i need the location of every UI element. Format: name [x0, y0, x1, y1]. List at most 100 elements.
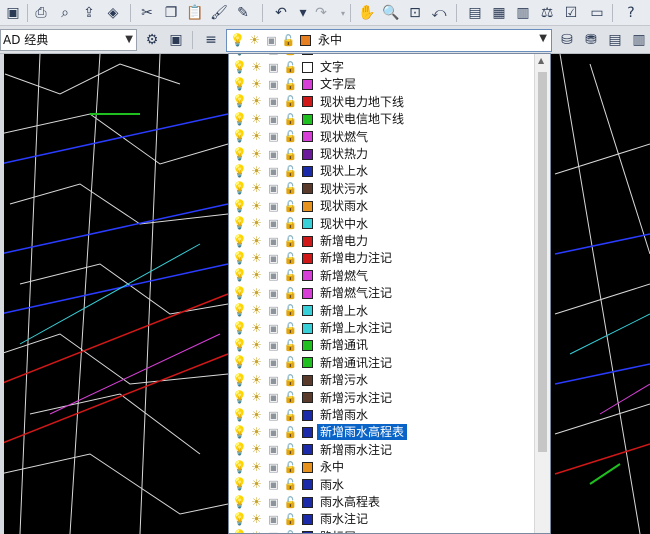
layer-color-swatch[interactable] — [302, 339, 313, 351]
plot-preview-icon[interactable]: ⌕ — [54, 2, 76, 24]
light-bulb-icon[interactable]: 💡 — [232, 54, 247, 57]
layer-row[interactable]: 💡 ☀ ▣ 🔓 新增上水注记 — [229, 319, 534, 336]
light-bulb-icon[interactable]: 💡 — [232, 181, 247, 196]
layer-row[interactable]: 💡 ☀ ▣ 🔓 永中 — [229, 459, 534, 476]
layer-row[interactable]: 💡 ☀ ▣ 🔓 雨水 — [229, 476, 534, 493]
layer-row[interactable]: 💡 ☀ ▣ 🔓 新增通讯注记 — [229, 354, 534, 371]
viewport-freeze-icon[interactable]: ▣ — [266, 303, 281, 318]
print-icon[interactable]: ⎙ — [30, 2, 52, 24]
lock-icon[interactable]: 🔓 — [283, 147, 298, 162]
layer-row[interactable]: 💡 ☀ ▣ 🔓 现状热力 — [229, 145, 534, 162]
light-bulb-icon[interactable]: 💡 — [232, 251, 247, 266]
layer-row[interactable]: 💡 ☀ ▣ 🔓 现状中水 — [229, 215, 534, 232]
viewport-freeze-icon[interactable]: ▣ — [266, 216, 281, 231]
layer-select[interactable]: 💡 ☀ ▣ 🔓 永中 ▼ — [226, 29, 552, 52]
calculator-icon[interactable]: ▭ — [586, 2, 608, 24]
lock-icon[interactable]: 🔓 — [283, 338, 298, 353]
light-bulb-icon[interactable]: 💡 — [232, 408, 247, 423]
layer-color-swatch[interactable] — [302, 165, 313, 177]
layer-previous-icon[interactable]: ⛃ — [580, 29, 602, 51]
layer-color-swatch[interactable] — [302, 479, 313, 491]
layer-row[interactable]: 💡 ☀ ▣ 🔓 文字层 — [229, 76, 534, 93]
3d-dwf-icon[interactable]: ◈ — [102, 2, 124, 24]
layer-row[interactable]: 💡 ☀ ▣ 🔓 新增通讯 — [229, 337, 534, 354]
light-bulb-icon[interactable]: 💡 — [232, 303, 247, 318]
lock-icon[interactable]: 🔓 — [283, 390, 298, 405]
sun-icon[interactable]: ☀ — [249, 77, 264, 92]
viewport-freeze-icon[interactable]: ▣ — [266, 460, 281, 475]
save-icon[interactable]: ▣ — [2, 2, 24, 24]
viewport-freeze-icon[interactable]: ▣ — [266, 251, 281, 266]
viewport-freeze-icon[interactable]: ▣ — [266, 442, 281, 457]
dropdown-scrollbar[interactable]: ▲ — [534, 54, 550, 533]
lock-icon[interactable]: 🔓 — [283, 286, 298, 301]
lock-icon[interactable]: 🔓 — [283, 216, 298, 231]
layer-color-swatch[interactable] — [302, 113, 313, 125]
sun-icon[interactable]: ☀ — [249, 94, 264, 109]
layer-row[interactable]: 💡 ☀ ▣ 🔓 现状燃气 — [229, 128, 534, 145]
layer-row[interactable]: 💡 ☀ ▣ 🔓 新增雨水高程表 — [229, 424, 534, 441]
sun-icon[interactable]: ☀ — [249, 251, 264, 266]
sun-icon[interactable]: ☀ — [249, 199, 264, 214]
viewport-freeze-icon[interactable]: ▣ — [266, 164, 281, 179]
lock-icon[interactable]: 🔓 — [283, 129, 298, 144]
layer-color-swatch[interactable] — [302, 61, 313, 73]
layer-row[interactable]: 💡 ☀ ▣ 🔓 现状电信地下线 — [229, 111, 534, 128]
sun-icon[interactable]: ☀ — [249, 268, 264, 283]
zoom-window-icon[interactable]: ⊡ — [404, 2, 426, 24]
lock-icon[interactable]: 🔓 — [283, 234, 298, 249]
layer-properties-icon[interactable]: ≡ — [200, 29, 222, 51]
lock-icon[interactable]: 🔓 — [283, 355, 298, 370]
viewport-freeze-icon[interactable]: ▣ — [266, 408, 281, 423]
viewport-freeze-icon[interactable]: ▣ — [266, 425, 281, 440]
viewport-freeze-icon[interactable]: ▣ — [266, 129, 281, 144]
layer-color-swatch[interactable] — [302, 252, 313, 264]
layer-row[interactable]: 💡 ☀ ▣ 🔓 新增雨水 — [229, 406, 534, 423]
sun-icon[interactable]: ☀ — [249, 373, 264, 388]
light-bulb-icon[interactable]: 💡 — [232, 147, 247, 162]
sun-icon[interactable]: ☀ — [249, 303, 264, 318]
viewport-freeze-icon[interactable]: ▣ — [266, 373, 281, 388]
layer-color-swatch[interactable] — [302, 148, 313, 160]
layer-color-swatch[interactable] — [302, 496, 313, 508]
sun-icon[interactable]: ☀ — [249, 512, 264, 527]
layer-isolate-icon[interactable]: ▥ — [628, 29, 650, 51]
viewport-freeze-icon[interactable]: ▣ — [266, 147, 281, 162]
lock-icon[interactable]: 🔓 — [283, 251, 298, 266]
layer-row[interactable]: 💡 ☀ ▣ 🔓 新增雨水注记 — [229, 441, 534, 458]
layer-row[interactable]: 💡 ☀ ▣ 🔓 现状雨水 — [229, 198, 534, 215]
sun-icon[interactable]: ☀ — [249, 286, 264, 301]
lock-icon[interactable]: 🔓 — [283, 54, 298, 57]
viewport-freeze-icon[interactable]: ▣ — [266, 338, 281, 353]
viewport-freeze-icon[interactable]: ▣ — [266, 495, 281, 510]
lock-icon[interactable]: 🔓 — [283, 60, 298, 75]
light-bulb-icon[interactable]: 💡 — [232, 425, 247, 440]
block-editor-icon[interactable]: ✎ — [232, 2, 254, 24]
light-bulb-icon[interactable]: 💡 — [232, 77, 247, 92]
light-bulb-icon[interactable]: 💡 — [232, 286, 247, 301]
viewport-freeze-icon[interactable]: ▣ — [266, 112, 281, 127]
gear-icon[interactable]: ⚙ — [141, 29, 163, 51]
sun-icon[interactable]: ☀ — [249, 181, 264, 196]
sun-icon[interactable]: ☀ — [249, 355, 264, 370]
layer-states-icon[interactable]: ⛁ — [556, 29, 578, 51]
lock-icon[interactable]: 🔓 — [283, 425, 298, 440]
layer-color-swatch[interactable] — [302, 218, 313, 230]
lock-icon[interactable]: 🔓 — [283, 164, 298, 179]
layer-row[interactable]: 💡 ☀ ▣ 🔓 新增污水注记 — [229, 389, 534, 406]
layer-color-swatch[interactable] — [302, 235, 313, 247]
light-bulb-icon[interactable]: 💡 — [232, 234, 247, 249]
lock-icon[interactable]: 🔓 — [283, 181, 298, 196]
layer-color-swatch[interactable] — [302, 513, 313, 525]
sun-icon[interactable]: ☀ — [249, 408, 264, 423]
sun-icon[interactable]: ☀ — [249, 425, 264, 440]
lock-icon[interactable]: 🔓 — [283, 199, 298, 214]
viewport-freeze-icon[interactable]: ▣ — [266, 199, 281, 214]
layer-row[interactable]: 💡 ☀ ▣ 🔓 雨水注记 — [229, 511, 534, 528]
layer-color-swatch[interactable] — [302, 287, 313, 299]
layer-color-swatch[interactable] — [302, 270, 313, 282]
sun-icon[interactable]: ☀ — [249, 164, 264, 179]
sun-icon[interactable]: ☀ — [249, 234, 264, 249]
layer-row[interactable]: 💡 ☀ ▣ 🔓 雨水高程表 — [229, 493, 534, 510]
layer-row[interactable]: 💡 ☀ ▣ 🔓 现状上水 — [229, 163, 534, 180]
